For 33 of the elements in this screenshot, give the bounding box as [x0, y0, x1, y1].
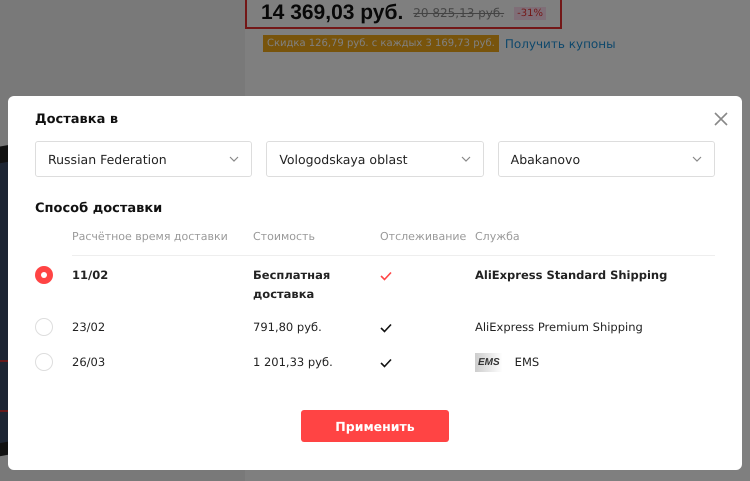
- radio-button[interactable]: [35, 266, 53, 284]
- chevron-down-icon: [229, 156, 240, 162]
- shipping-cost: 791,80 руб.: [253, 320, 322, 334]
- current-price: 14 369,03 руб.: [261, 1, 404, 25]
- radio-button[interactable]: [35, 318, 53, 336]
- delivery-date: 26/03: [72, 355, 106, 369]
- close-icon[interactable]: [714, 112, 728, 126]
- location-dropdown[interactable]: Russian Federation: [35, 141, 252, 177]
- column-header: Отслеживание: [380, 230, 466, 243]
- coupon-offer: Скидка 126,79 руб. с каждых 3 169,73 руб.: [263, 35, 499, 52]
- check-icon: [380, 271, 392, 281]
- check-icon: [380, 358, 392, 368]
- location-dropdown[interactable]: Abakanovo: [498, 141, 715, 177]
- shipping-service: AliExpress Standard Shipping: [475, 267, 668, 284]
- check-icon: [380, 323, 392, 333]
- column-header: Расчётное время доставки: [72, 230, 228, 243]
- location-dropdown[interactable]: Vologodskaya oblast: [266, 141, 484, 177]
- carrier-logo: EMS: [475, 353, 503, 372]
- shipping-cost: Бесплатная доставка: [253, 268, 330, 301]
- chevron-down-icon: [460, 156, 471, 162]
- shipping-service: AliExpress Premium Shipping: [475, 319, 643, 336]
- old-price: 20 825,13 руб.: [413, 6, 504, 20]
- dialog-title: Доставка в: [35, 112, 120, 127]
- radio-button[interactable]: [35, 353, 53, 371]
- shipping-service: EMS: [514, 354, 540, 371]
- section-title: Способ доставки: [35, 201, 164, 216]
- delivery-date: 23/02: [72, 320, 106, 334]
- shipping-cost: 1 201,33 руб.: [253, 355, 333, 369]
- discount-badge: -31%: [514, 6, 546, 20]
- column-header: Служба: [475, 230, 520, 243]
- column-header: Стоимость: [253, 230, 315, 243]
- delivery-date: 11/02: [72, 268, 108, 282]
- chevron-down-icon: [692, 156, 702, 162]
